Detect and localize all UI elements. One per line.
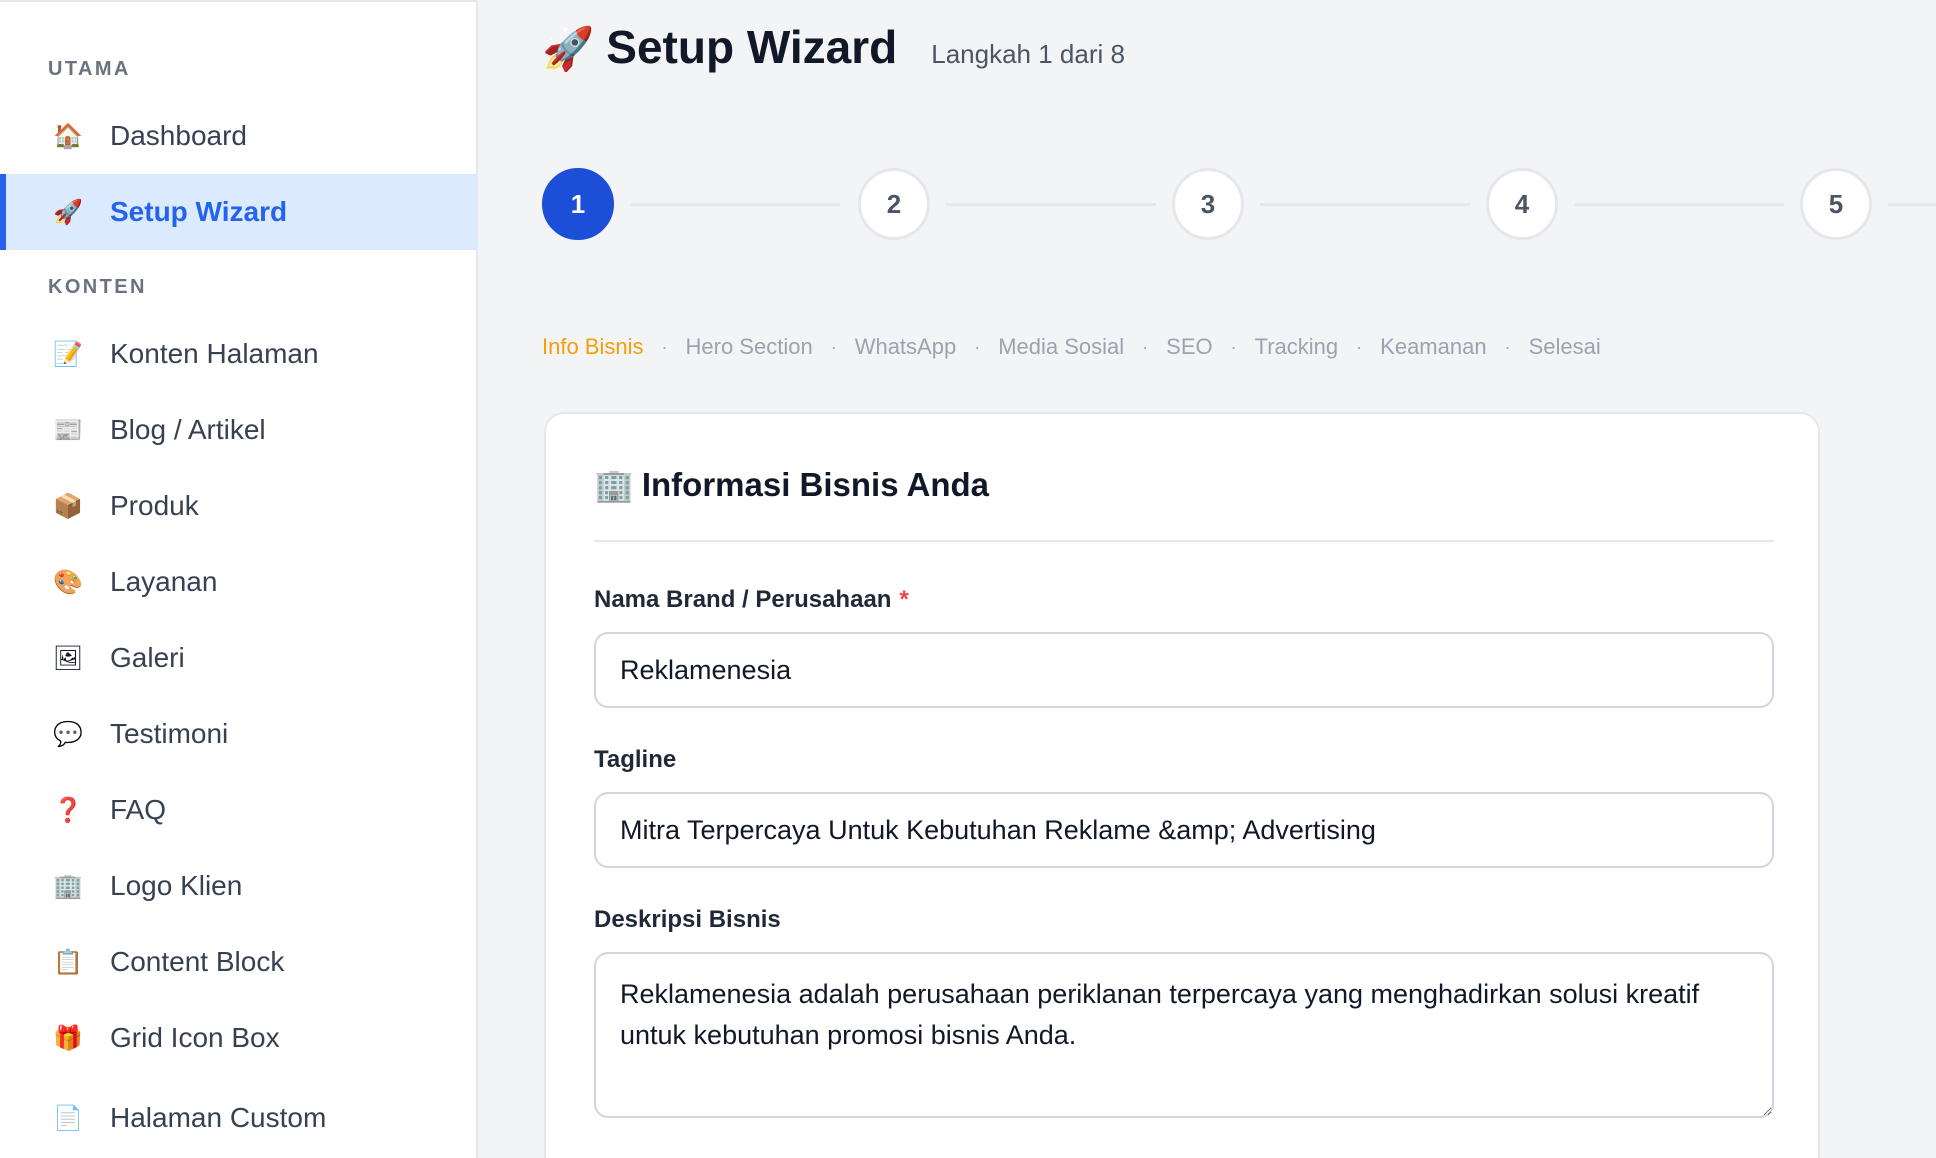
palette-icon: 🎨 bbox=[53, 568, 83, 596]
tagline-label: Tagline bbox=[594, 746, 677, 773]
substep-separator: · bbox=[1142, 336, 1149, 357]
sidebar-item-layanan[interactable]: 🎨 Layanan bbox=[0, 544, 478, 620]
step-1[interactable]: 1 bbox=[542, 168, 614, 240]
substep-hero-section[interactable]: Hero Section bbox=[686, 334, 813, 360]
substep-selesai[interactable]: Selesai bbox=[1529, 334, 1601, 360]
sidebar-item-content-block[interactable]: 📋 Content Block bbox=[0, 924, 478, 1000]
substep-separator: · bbox=[974, 336, 981, 357]
sidebar-item-label: Halaman Custom bbox=[110, 1102, 327, 1133]
substep-media-sosial[interactable]: Media Sosial bbox=[998, 334, 1124, 360]
sidebar-item-label: Setup Wizard bbox=[110, 196, 288, 227]
step-connector bbox=[1888, 203, 1936, 206]
substep-keamanan[interactable]: Keamanan bbox=[1380, 334, 1486, 360]
substep-separator: · bbox=[1504, 336, 1511, 357]
substep-separator: · bbox=[1230, 336, 1237, 357]
section-label-utama: UTAMA bbox=[48, 58, 131, 80]
step-3[interactable]: 3 bbox=[1172, 168, 1244, 240]
step-connector bbox=[946, 203, 1156, 206]
sidebar-item-label: Blog / Artikel bbox=[110, 414, 266, 445]
sidebar-item-galeri[interactable]: 🖼 Galeri bbox=[0, 620, 478, 696]
sidebar-item-label: Testimoni bbox=[110, 718, 229, 749]
sidebar-item-label: Grid Icon Box bbox=[110, 1022, 280, 1053]
brand-name-label: Nama Brand / Perusahaan * bbox=[594, 586, 909, 614]
substep-separator: · bbox=[830, 336, 837, 357]
sidebar-item-label: Layanan bbox=[110, 566, 218, 597]
step-2[interactable]: 2 bbox=[858, 168, 930, 240]
sidebar-item-label: Dashboard bbox=[110, 120, 247, 151]
page-header: 🚀 Setup Wizard Langkah 1 dari 8 bbox=[542, 20, 1125, 74]
sidebar-item-label: FAQ bbox=[110, 794, 167, 825]
step-connector bbox=[630, 203, 840, 206]
section-label-konten: KONTEN bbox=[48, 276, 147, 298]
business-info-card: 🏢 Informasi Bisnis Anda Nama Brand / Per… bbox=[544, 412, 1820, 1158]
required-mark: * bbox=[899, 586, 909, 613]
page-title: Setup Wizard bbox=[606, 21, 898, 73]
sidebar-item-konten-halaman[interactable]: 📝 Konten Halaman bbox=[0, 316, 478, 392]
sidebar-item-label: Konten Halaman bbox=[110, 338, 319, 369]
sidebar-item-setup-wizard[interactable]: 🚀 Setup Wizard bbox=[0, 174, 478, 250]
card-title: 🏢 Informasi Bisnis Anda bbox=[594, 466, 989, 504]
newspaper-icon: 📰 bbox=[53, 416, 83, 444]
question-icon: ❓ bbox=[53, 796, 83, 824]
description-textarea[interactable]: Reklamenesia adalah perusahaan periklana… bbox=[594, 952, 1774, 1118]
brand-name-input[interactable] bbox=[594, 632, 1774, 708]
step-connector bbox=[1574, 203, 1784, 206]
sidebar-item-label: Content Block bbox=[110, 946, 285, 977]
building-icon: 🏢 bbox=[53, 872, 83, 900]
sidebar-item-label: Galeri bbox=[110, 642, 185, 673]
speech-bubble-icon: 💬 bbox=[53, 720, 83, 748]
step-counter: Langkah 1 dari 8 bbox=[931, 39, 1125, 69]
sidebar-item-label: Produk bbox=[110, 490, 199, 521]
sidebar-item-blog[interactable]: 📰 Blog / Artikel bbox=[0, 392, 478, 468]
page-icon: 📄 bbox=[53, 1104, 83, 1132]
sidebar: UTAMA 🏠 Dashboard 🚀 Setup Wizard KONTEN … bbox=[0, 0, 478, 1158]
substep-info-bisnis[interactable]: Info Bisnis bbox=[542, 334, 644, 360]
building-icon: 🏢 bbox=[594, 467, 634, 503]
sidebar-item-halaman-custom[interactable]: 📄 Halaman Custom bbox=[0, 1080, 478, 1156]
brand-name-label-text: Nama Brand / Perusahaan bbox=[594, 586, 892, 613]
picture-icon: 🖼 bbox=[52, 644, 84, 672]
sidebar-item-testimoni[interactable]: 💬 Testimoni bbox=[0, 696, 478, 772]
step-connector bbox=[1260, 203, 1470, 206]
gift-icon: 🎁 bbox=[53, 1024, 83, 1052]
tagline-input[interactable] bbox=[594, 792, 1774, 868]
rocket-icon: 🚀 bbox=[53, 198, 83, 226]
clipboard-icon: 📋 bbox=[53, 948, 83, 976]
sidebar-item-label: Logo Klien bbox=[110, 870, 243, 901]
substep-seo[interactable]: SEO bbox=[1166, 334, 1212, 360]
substep-nav: Info Bisnis · Hero Section · WhatsApp · … bbox=[542, 334, 1601, 360]
package-icon: 📦 bbox=[53, 492, 83, 520]
description-label: Deskripsi Bisnis bbox=[594, 906, 781, 933]
rocket-icon: 🚀 bbox=[542, 25, 595, 72]
substep-whatsapp[interactable]: WhatsApp bbox=[855, 334, 957, 360]
substep-tracking[interactable]: Tracking bbox=[1255, 334, 1339, 360]
sidebar-item-grid-icon-box[interactable]: 🎁 Grid Icon Box bbox=[0, 1000, 478, 1076]
sidebar-item-faq[interactable]: ❓ FAQ bbox=[0, 772, 478, 848]
home-icon: 🏠 bbox=[53, 122, 83, 150]
sidebar-item-dashboard[interactable]: 🏠 Dashboard bbox=[0, 98, 478, 174]
card-title-text: Informasi Bisnis Anda bbox=[641, 466, 990, 503]
sidebar-item-produk[interactable]: 📦 Produk bbox=[0, 468, 478, 544]
main-content: 🚀 Setup Wizard Langkah 1 dari 8 1 2 3 4 … bbox=[480, 0, 1936, 1158]
divider bbox=[594, 540, 1774, 542]
memo-icon: 📝 bbox=[53, 340, 83, 368]
sidebar-item-logo-klien[interactable]: 🏢 Logo Klien bbox=[0, 848, 478, 924]
substep-separator: · bbox=[1356, 336, 1363, 357]
substep-separator: · bbox=[661, 336, 668, 357]
step-4[interactable]: 4 bbox=[1486, 168, 1558, 240]
step-5[interactable]: 5 bbox=[1800, 168, 1872, 240]
wizard-stepper: 1 2 3 4 5 bbox=[542, 168, 1936, 244]
